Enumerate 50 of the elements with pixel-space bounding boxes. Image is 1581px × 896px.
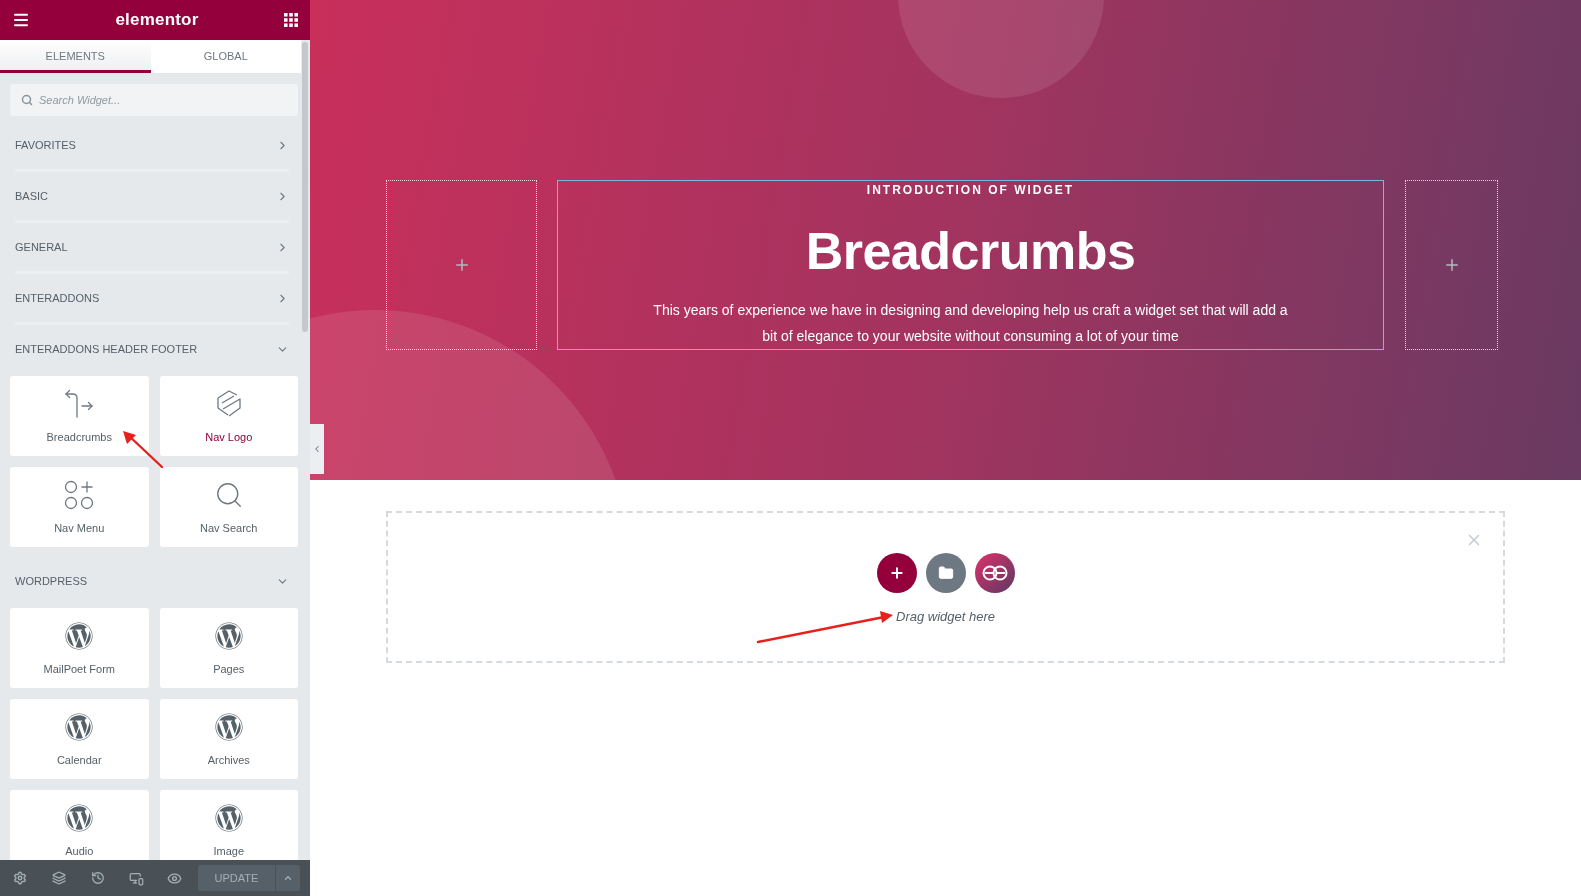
chevron-left-icon [312,444,322,454]
wordpress-logo-icon [65,713,94,741]
settings-icon[interactable] [13,871,27,885]
widget-card[interactable]: Nav Menu [10,467,149,547]
history-icon[interactable] [91,871,105,885]
category-header[interactable]: FAVORITES [0,121,301,169]
widget-card[interactable]: Image [159,790,298,860]
folder-icon [937,565,954,581]
linked-rings-icon [981,565,1008,581]
stacked-lines-logo-icon [214,389,243,419]
menu-icon[interactable] [12,11,30,29]
category-header[interactable]: WORDPRESS [0,557,301,605]
hero-description: This years of experience we have in designing and developing help us craft a widget set that will add a bit of elegance to your website without consuming a lot of your time [652,301,1289,346]
wordpress-logo-icon [214,713,243,741]
wordpress-logo-icon [214,804,243,832]
wordpress-logo-icon [65,804,94,832]
widget-card[interactable]: Nav Search [159,467,298,547]
preview-eye-icon[interactable] [167,870,182,886]
category-header[interactable]: GENERAL [0,223,301,271]
apps-grid-icon[interactable] [284,13,298,27]
plus-icon [888,565,905,581]
category-header[interactable]: ENTERADDONS HEADER FOOTER [0,325,301,373]
panel-tab[interactable]: GLOBAL [150,40,301,73]
category-header[interactable]: ENTERADDONS [0,274,301,322]
wordpress-logo-icon [65,622,94,650]
brand-logo: elementor [115,9,199,32]
widget-card[interactable]: Breadcrumbs [10,376,149,456]
add-section-button[interactable] [876,553,917,593]
category-header[interactable]: BASIC [0,172,301,220]
widget-card[interactable]: Pages [159,608,298,688]
annotation-arrow [122,431,164,469]
hero-heading: Breadcrumbs [805,221,1136,281]
search-icon [21,94,33,106]
scrollbar-thumb[interactable] [302,42,308,332]
drop-hint-text: Drag widget here [896,608,995,626]
search-field[interactable]: Search Widget... [10,84,298,116]
widget-card[interactable]: Audio [10,790,149,860]
eyebrow-text: INTRODUCTION OF WIDGET [866,183,1075,197]
template-library-button[interactable] [925,553,966,593]
widget-card[interactable]: MailPoet Form [10,608,149,688]
widget-card[interactable]: Calendar [10,699,149,779]
widget-card[interactable]: Archives [159,699,298,779]
caret-up-icon [283,873,293,883]
circles-plus-icon [64,480,95,510]
widget-card[interactable]: Nav Logo [159,376,298,456]
responsive-devices-icon[interactable] [129,870,144,886]
wordpress-logo-icon [214,622,243,650]
layers-icon[interactable] [52,871,66,885]
panel-tab[interactable]: ELEMENTS [0,40,151,73]
addon-library-button[interactable] [974,553,1015,593]
